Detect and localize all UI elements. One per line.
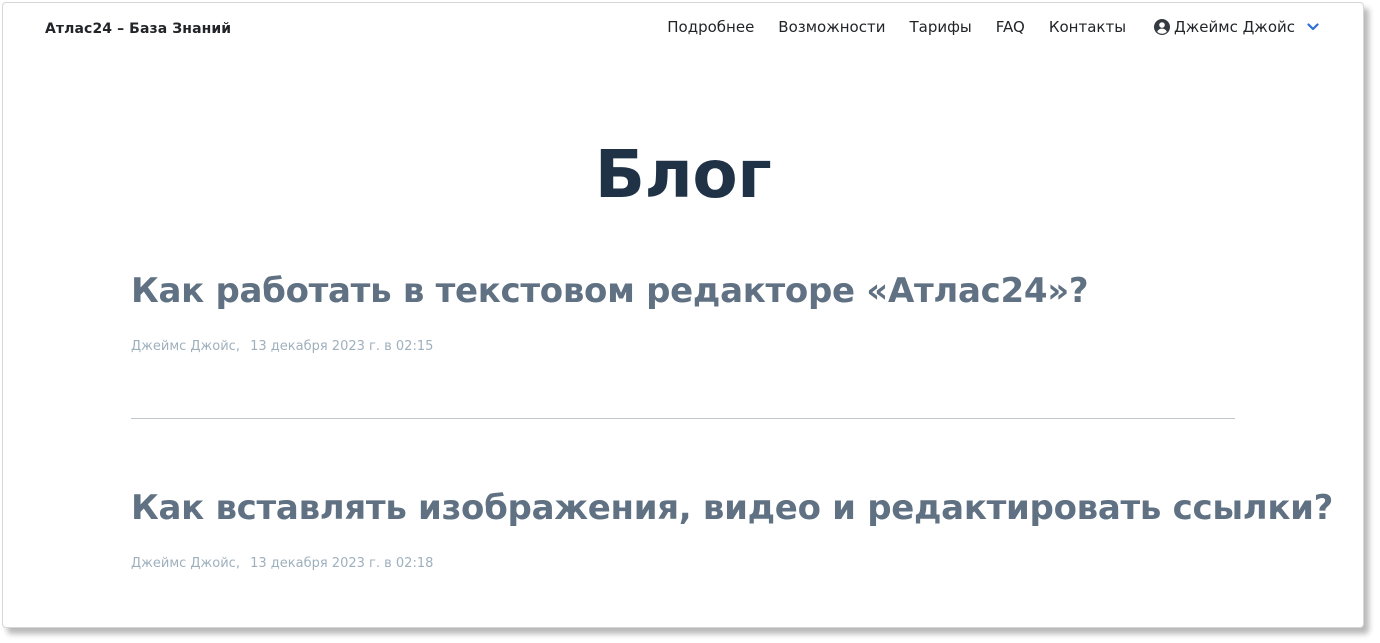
main-nav: Подробнее Возможности Тарифы FAQ Контакт… — [667, 18, 1319, 36]
browser-frame: Атлас24 – База Знаний Подробнее Возможно… — [2, 2, 1364, 628]
nav-item-details[interactable]: Подробнее — [667, 18, 754, 36]
user-name: Джеймс Джойс — [1174, 18, 1295, 36]
page-title: Блог — [594, 136, 772, 213]
nav-item-pricing[interactable]: Тарифы — [909, 18, 971, 36]
nav-item-faq[interactable]: FAQ — [996, 18, 1025, 36]
post-title-link[interactable]: Как вставлять изображения, видео и редак… — [131, 488, 1333, 528]
brand-logo-link[interactable]: Атлас24 – База Знаний — [45, 21, 231, 37]
post-meta: Джеймс Джойс, 13 декабря 2023 г. в 02:15 — [131, 339, 433, 354]
user-menu-toggle[interactable]: Джеймс Джойс — [1154, 18, 1319, 36]
post-author: Джеймс Джойс, — [131, 556, 240, 571]
post-divider — [131, 418, 1235, 419]
post-date: 13 декабря 2023 г. в 02:18 — [250, 556, 434, 571]
nav-item-features[interactable]: Возможности — [778, 18, 885, 36]
post-meta: Джеймс Джойс, 13 декабря 2023 г. в 02:18 — [131, 556, 433, 571]
post-author: Джеймс Джойс, — [131, 339, 240, 354]
post-date: 13 декабря 2023 г. в 02:15 — [250, 339, 434, 354]
chevron-down-icon — [1307, 23, 1319, 31]
user-circle-icon — [1154, 19, 1171, 35]
post-title-link[interactable]: Как работать в текстовом редакторе «Атла… — [131, 271, 1089, 311]
nav-item-contacts[interactable]: Контакты — [1049, 18, 1126, 36]
navbar: Атлас24 – База Знаний Подробнее Возможно… — [3, 3, 1363, 57]
